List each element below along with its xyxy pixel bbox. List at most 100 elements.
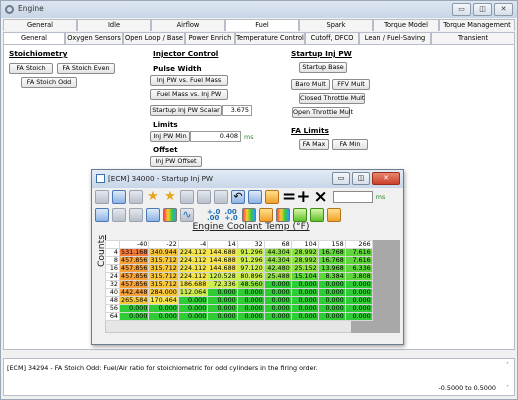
tab-fuel[interactable]: Fuel <box>225 19 299 31</box>
inj-pw-offset-button[interactable]: Inj PW Offset <box>150 156 202 167</box>
tab-general[interactable]: General <box>3 19 77 31</box>
table-cell[interactable]: 0.000 <box>317 312 346 321</box>
table-grid-icon[interactable] <box>146 208 160 222</box>
graph-view-icon[interactable] <box>214 190 228 204</box>
favorite-star-icon[interactable]: ★ <box>146 190 160 204</box>
color-map-icon[interactable] <box>163 208 177 222</box>
close-button[interactable]: ✕ <box>494 3 513 16</box>
decrease-decimals-icon[interactable]: .00 +.0 <box>224 209 237 222</box>
table-cell[interactable]: 0.000 <box>344 312 373 321</box>
tab-airflow[interactable]: Airflow <box>151 19 225 31</box>
maximize-button[interactable]: ◫ <box>473 3 492 16</box>
select-all-icon[interactable] <box>309 208 324 222</box>
fa-max-button[interactable]: FA Max <box>299 139 329 150</box>
inj-pw-min-button[interactable]: Inj PW Min <box>150 131 190 142</box>
interpolate-vertical-icon[interactable] <box>275 208 290 222</box>
fa-stoich-odd-button[interactable]: FA Stoich Odd <box>21 77 77 88</box>
startup-inj-pw-table[interactable]: -40 -22 -4 14 32 68 104 158 266 4 531.168 340.944 22… <box>105 240 373 321</box>
engine-icon <box>5 5 14 14</box>
paste-icon[interactable] <box>265 190 279 204</box>
subtab-general[interactable]: General <box>3 32 65 44</box>
scroll-down-icon[interactable]: ˅ <box>503 385 512 392</box>
minimize-button[interactable]: ▭ <box>452 3 471 16</box>
copy-table-icon[interactable] <box>248 190 262 204</box>
inj-pw-min-unit: ms <box>244 133 254 141</box>
inj-pw-vs-fuel-mass-button[interactable]: Inj PW vs. Fuel Mass <box>150 75 228 86</box>
startup-inj-pw-scalar-button[interactable]: Startup Inj PW Scalar <box>150 105 222 116</box>
chart-line-icon[interactable]: ∿ <box>180 208 194 222</box>
row-header: 64 <box>105 312 120 321</box>
open-throttle-mult-button[interactable]: Open Throttle Mult <box>292 107 353 118</box>
inj-pw-min-value[interactable]: 0.408 <box>190 131 241 142</box>
set-equal-add-icon[interactable]: =+ <box>282 189 311 206</box>
copy-icon[interactable] <box>129 190 143 204</box>
window-title: Engine <box>18 4 44 13</box>
table-window-title-bar: [ECM] 34000 - Startup Inj PW ▭ ◫ ✕ <box>92 170 403 188</box>
table-toolbar-2: ∿ +.0 .00 .00 +.0 <box>95 208 344 222</box>
fuel-mass-vs-inj-pw-button[interactable]: Fuel Mass vs. Inj PW <box>150 89 228 100</box>
baro-mult-button[interactable]: Baro Mult <box>291 79 330 90</box>
main-tabs: General Idle Airflow Fuel Spark Torque M… <box>3 19 515 31</box>
interpolate-icon[interactable] <box>241 208 256 222</box>
subtab-transient[interactable]: Transient <box>431 32 515 44</box>
fa-limits-heading: FA Limits <box>291 126 329 135</box>
fa-stoich-even-button[interactable]: FA Stoich Even <box>57 63 115 74</box>
engine-window: Engine ▭ ◫ ✕ General Idle Airflow Fuel S… <box>0 0 518 400</box>
table-cell[interactable]: 0.000 <box>290 312 319 321</box>
smooth-icon[interactable] <box>258 208 273 222</box>
subtab-power-enrich[interactable]: Power Enrich <box>185 32 235 44</box>
stoichiometry-heading: Stoichiometry <box>9 49 68 58</box>
subtab-open-loop-base[interactable]: Open Loop / Base <box>123 32 185 44</box>
clear-icon[interactable] <box>326 208 341 222</box>
ffv-mult-button[interactable]: FFV Mult <box>332 79 370 90</box>
compare-icon[interactable] <box>180 190 194 204</box>
limits-heading: Limits <box>153 120 178 129</box>
open-icon[interactable] <box>95 190 109 204</box>
table-cell[interactable]: 0.000 <box>236 312 265 321</box>
table-cell[interactable]: 0.000 <box>263 312 292 321</box>
table-unit-label: ms <box>375 193 386 201</box>
subtab-lean-fuel-saving[interactable]: Lean / Fuel-Saving <box>359 32 431 44</box>
scroll-up-icon[interactable]: ˄ <box>503 362 512 369</box>
table-cell[interactable]: 0.000 <box>118 312 150 321</box>
injector-control-heading: Injector Control <box>153 49 219 58</box>
fuel-subtabs: General Oxygen Sensors Open Loop / Base … <box>3 32 515 44</box>
layout-split-icon[interactable] <box>112 208 126 222</box>
closed-throttle-mult-button[interactable]: Closed Throttle Mult <box>299 93 365 104</box>
startup-base-button[interactable]: Startup Base <box>299 62 347 73</box>
multiply-icon[interactable]: × <box>314 189 328 206</box>
save-icon[interactable] <box>112 190 126 204</box>
subtab-cutoff-dfco[interactable]: Cutoff, DFCO <box>305 32 359 44</box>
tab-idle[interactable]: Idle <box>77 19 151 31</box>
status-message: [ECM] 34294 - FA Stoich Odd: Fuel/Air ra… <box>7 364 318 372</box>
table-close-button[interactable]: ✕ <box>372 172 400 185</box>
layout-single-icon[interactable] <box>95 208 109 222</box>
operation-value-input[interactable] <box>332 191 373 203</box>
status-scrollbar[interactable]: ˄ ˅ <box>503 362 512 394</box>
pulse-width-heading: Pulse Width <box>153 64 202 73</box>
layout-columns-icon[interactable] <box>129 208 143 222</box>
table-minimize-button[interactable]: ▭ <box>332 172 350 185</box>
table-cell[interactable]: 0.000 <box>207 312 238 321</box>
fill-icon[interactable] <box>292 208 307 222</box>
title-bar: Engine ▭ ◫ ✕ <box>1 1 517 18</box>
fa-min-button[interactable]: FA Min <box>332 139 368 150</box>
table-view-icon[interactable] <box>197 190 211 204</box>
table-cell[interactable]: 0.000 <box>177 312 209 321</box>
undo-icon[interactable]: ↶ <box>231 190 245 204</box>
tab-torque-management[interactable]: Torque Management <box>439 19 515 31</box>
tab-torque-model[interactable]: Torque Model <box>373 19 439 31</box>
table-maximize-button[interactable]: ◫ <box>352 172 370 185</box>
subtab-temperature-control[interactable]: Temperature Control <box>235 32 305 44</box>
subtab-oxygen-sensors[interactable]: Oxygen Sensors <box>65 32 123 44</box>
increase-decimals-icon[interactable]: +.0 .00 <box>207 209 220 222</box>
fa-stoich-button[interactable]: FA Stoich <box>9 63 53 74</box>
table-cell[interactable]: 0.000 <box>148 312 179 321</box>
tab-spark[interactable]: Spark <box>299 19 373 31</box>
status-panel: [ECM] 34294 - FA Stoich Odd: Fuel/Air ra… <box>3 358 515 396</box>
table-window-icon <box>96 174 105 183</box>
startup-inj-pw-heading: Startup Inj PW <box>291 49 352 58</box>
table-toolbar-1: ★ ★ ↶ =+ × ms <box>95 189 386 206</box>
startup-inj-pw-scalar-value[interactable]: 3.675 <box>222 105 252 116</box>
favorite-star-2-icon[interactable]: ★ <box>163 190 177 204</box>
